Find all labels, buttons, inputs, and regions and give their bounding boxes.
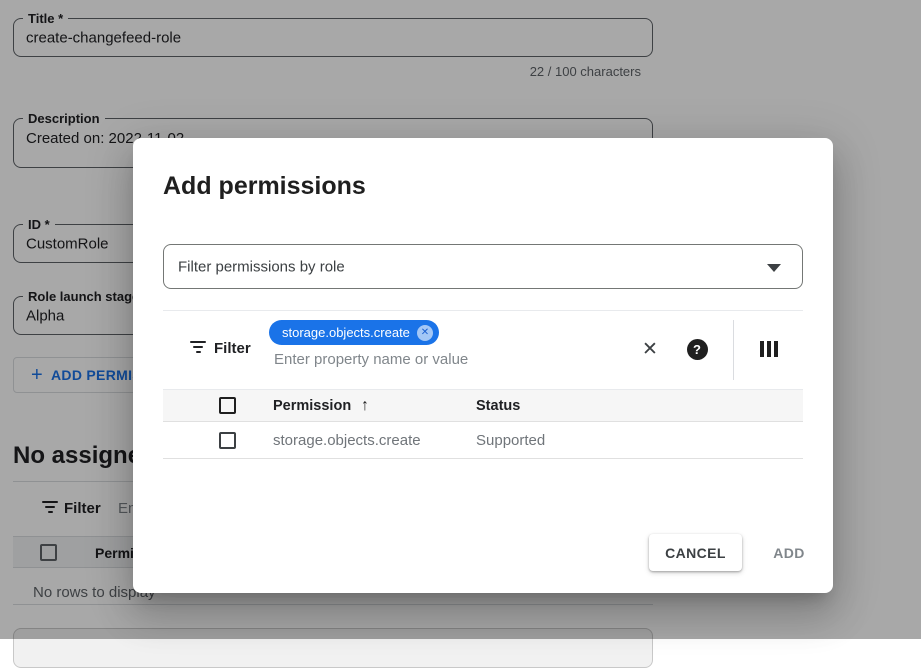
cancel-button[interactable]: CANCEL	[649, 534, 742, 571]
chevron-down-icon	[767, 264, 781, 272]
row-checkbox[interactable]	[219, 432, 236, 449]
close-icon: ✕	[642, 338, 658, 361]
status-column-header[interactable]: Status	[476, 398, 520, 414]
sort-ascending-icon[interactable]: ↑	[361, 397, 369, 415]
role-filter-dropdown[interactable]: Filter permissions by role	[163, 244, 803, 289]
permission-column-header[interactable]: Permission	[273, 398, 351, 414]
chip-remove-icon[interactable]: ✕	[417, 325, 433, 341]
filter-chip[interactable]: storage.objects.create ✕	[269, 320, 439, 345]
select-all-checkbox[interactable]	[219, 397, 236, 414]
modal-filter-input[interactable]	[274, 351, 604, 368]
filter-chip-label: storage.objects.create	[282, 325, 410, 340]
dialog-title: Add permissions	[163, 171, 366, 201]
filter-help-button[interactable]: ?	[686, 338, 708, 360]
row-status-cell: Supported	[476, 432, 545, 449]
role-filter-dropdown-value: Filter permissions by role	[178, 258, 345, 275]
columns-icon	[760, 341, 778, 357]
modal-table-header: Permission ↑ Status	[163, 389, 803, 422]
toolbar-top-divider	[163, 310, 803, 311]
clear-filter-button[interactable]: ✕	[638, 337, 662, 361]
modal-filter-label: Filter	[214, 340, 251, 357]
table-row[interactable]: storage.objects.create Supported	[163, 423, 803, 459]
add-permissions-dialog: Add permissions Filter permissions by ro…	[133, 138, 833, 593]
add-button[interactable]: ADD	[761, 534, 817, 571]
column-display-button[interactable]	[757, 341, 781, 357]
filter-icon	[190, 341, 206, 353]
toolbar-divider	[733, 320, 734, 380]
row-permission-cell: storage.objects.create	[273, 432, 421, 449]
help-icon: ?	[687, 339, 708, 360]
